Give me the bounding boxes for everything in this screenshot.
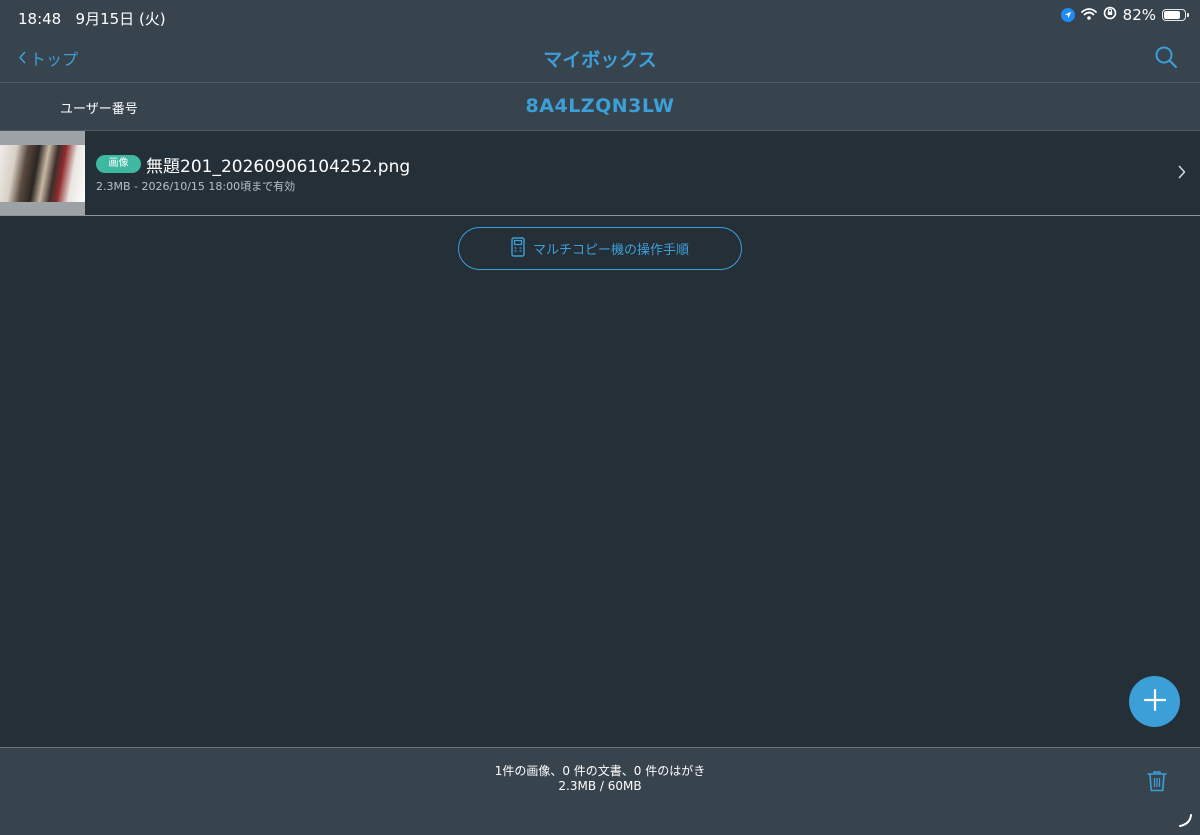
status-time: 18:48 9月15日 (火)	[18, 8, 166, 29]
status-indicators: 82%	[1060, 6, 1189, 24]
location-icon	[1060, 8, 1075, 22]
file-count-summary: 1件の画像、0 件の文書、0 件のはがき	[494, 764, 706, 778]
chevron-left-icon	[18, 49, 26, 68]
status-date-text: 9月15日 (火)	[75, 10, 166, 28]
user-number-bar: ユーザー番号 8A4LZQN3LW	[0, 83, 1200, 131]
trash-icon[interactable]	[1147, 770, 1167, 796]
rotation-lock-icon	[1103, 6, 1117, 24]
bottom-bar: 1件の画像、0 件の文書、0 件のはがき 2.3MB / 60MB	[0, 747, 1200, 835]
battery-icon	[1162, 9, 1189, 21]
resize-handle-icon	[1178, 812, 1192, 831]
back-button[interactable]: トップ	[18, 46, 78, 70]
plus-icon	[1143, 688, 1166, 715]
add-button[interactable]	[1129, 676, 1180, 727]
file-list-item[interactable]: 画像 無題201_20260906104252.png 2.3MB - 2026…	[0, 131, 1200, 216]
page-title: マイボックス	[543, 49, 657, 71]
file-thumbnail	[0, 131, 85, 215]
copier-guide-label: マルチコピー機の操作手順	[532, 243, 689, 258]
chevron-right-icon	[1178, 164, 1186, 183]
file-meta: 2.3MB - 2026/10/15 18:00頃まで有効	[96, 180, 296, 193]
status-bar: 18:48 9月15日 (火) 82%	[0, 0, 1200, 34]
copier-guide-button[interactable]: マルチコピー機の操作手順	[458, 227, 742, 270]
copier-icon	[511, 236, 525, 261]
user-number-value: 8A4LZQN3LW	[525, 95, 675, 117]
user-number-label: ユーザー番号	[60, 102, 138, 117]
navigation-bar: トップ マイボックス	[0, 34, 1200, 83]
back-button-label: トップ	[30, 50, 79, 69]
thumbnail-image	[0, 145, 85, 202]
file-type-badge: 画像	[96, 155, 141, 173]
battery-percent: 82%	[1122, 6, 1156, 24]
search-icon[interactable]	[1154, 45, 1178, 73]
status-time-text: 18:48	[18, 10, 62, 28]
storage-summary: 1件の画像、0 件の文書、0 件のはがき 2.3MB / 60MB	[0, 764, 1200, 794]
file-name: 無題201_20260906104252.png	[146, 157, 411, 177]
storage-usage: 2.3MB / 60MB	[558, 779, 642, 793]
wifi-icon	[1080, 6, 1097, 24]
battery-level-fill	[1164, 11, 1181, 19]
